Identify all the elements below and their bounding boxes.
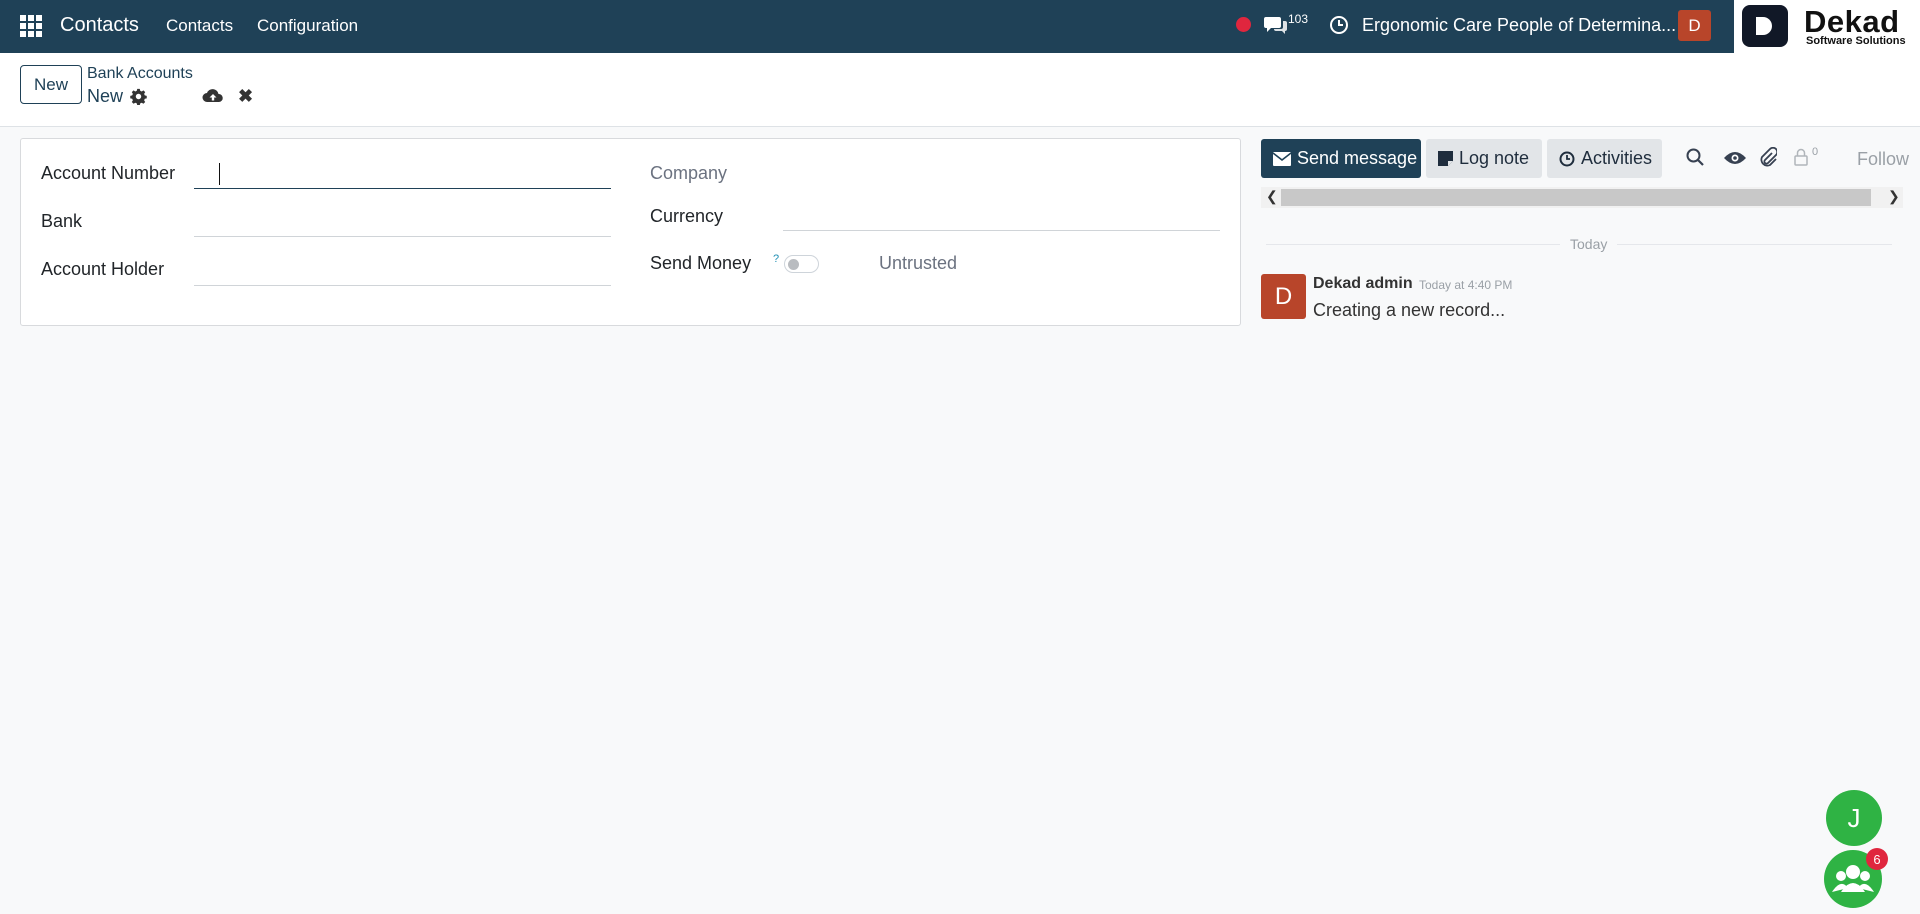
chat-bubbles-icon[interactable] [1264,14,1288,36]
send-money-label: Send Money [650,253,752,273]
message-author[interactable]: Dekad admin [1313,275,1413,293]
notification-count-badge: 6 [1866,848,1888,870]
top-navbar: Contacts Contacts Configuration 103 Ergo… [0,0,1920,53]
text-cursor [219,163,220,185]
send-message-button[interactable]: Send message [1261,139,1421,178]
scroll-right-icon[interactable]: ❯ [1888,188,1900,205]
account-holder-input[interactable] [194,254,611,286]
breadcrumb-current: New [87,86,124,106]
activities-label: Activities [1581,148,1653,168]
recording-indicator-icon[interactable] [1236,17,1251,32]
account-number-label: Account Number [41,163,176,183]
control-panel: New Bank Accounts New ✖ [0,53,1920,127]
send-money-status: Untrusted [879,253,958,273]
send-money-help-icon[interactable]: ? [773,253,779,265]
paperclip-icon[interactable] [1759,147,1777,167]
user-avatar[interactable]: D [1678,10,1711,41]
clock-icon[interactable] [1329,15,1349,35]
menu-contacts[interactable]: Contacts [166,16,233,36]
cloud-save-icon[interactable] [202,86,224,106]
menu-configuration[interactable]: Configuration [257,16,358,36]
new-button[interactable]: New [20,65,82,104]
currency-input[interactable] [783,199,1220,231]
scrollbar-thumb[interactable] [1281,189,1871,206]
horizontal-scrollbar[interactable]: ❮ ❯ [1261,187,1903,208]
app-name[interactable]: Contacts [60,14,139,37]
clock-icon [1559,151,1575,166]
bank-input[interactable] [194,205,611,237]
envelope-icon [1273,151,1291,166]
followers-count: 0 [1812,146,1819,158]
discard-icon[interactable]: ✖ [238,87,254,105]
log-note-label: Log note [1459,148,1530,168]
message-avatar[interactable]: D [1261,274,1306,319]
note-icon [1438,151,1453,166]
activities-button[interactable]: Activities [1547,139,1662,178]
bank-label: Bank [41,211,83,231]
company-switcher[interactable]: Ergonomic Care People of Determina... [1362,15,1676,36]
account-number-input[interactable] [194,157,611,189]
message-time: Today at 4:40 PM [1419,278,1513,292]
message-body: Creating a new record... [1313,300,1506,320]
date-separator-label: Today [1560,236,1618,252]
eye-icon[interactable] [1723,150,1747,166]
scroll-left-icon[interactable]: ❮ [1266,188,1278,205]
messages-count-badge: 103 [1288,12,1309,26]
logo-mark-icon [1742,5,1788,47]
lock-icon[interactable] [1793,148,1809,166]
send-message-label: Send message [1297,148,1418,168]
send-money-toggle[interactable] [784,255,819,273]
company-label: Company [650,163,728,183]
search-icon[interactable] [1686,148,1704,166]
apps-menu-icon[interactable] [20,15,42,37]
floating-user-bubble[interactable]: J [1826,790,1882,846]
currency-label: Currency [650,206,724,226]
breadcrumb-bank-accounts[interactable]: Bank Accounts [87,65,193,83]
gear-icon[interactable] [130,88,147,105]
log-note-button[interactable]: Log note [1426,139,1542,178]
form-sheet: Account Number Bank Account Holder Compa… [20,138,1241,326]
logo-tagline: Software Solutions [1806,35,1906,47]
account-holder-label: Account Holder [41,259,165,279]
follow-button[interactable]: Follow [1857,149,1920,170]
company-logo: Dekad Software Solutions [1734,0,1920,53]
